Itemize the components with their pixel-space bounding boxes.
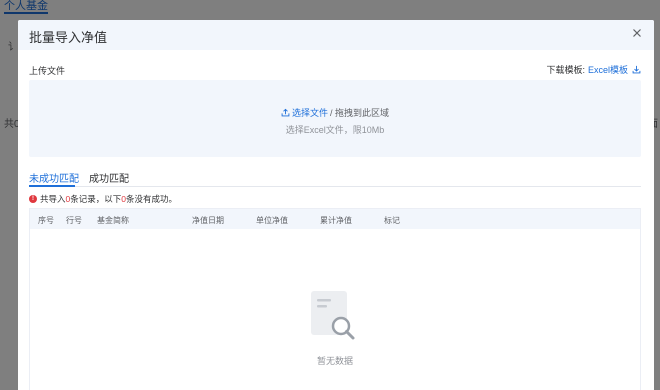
empty-state-text: 暂无数据: [316, 356, 353, 366]
dropzone-instruction: 选择文件 / 拖拽到此区域: [29, 106, 641, 119]
upload-dropzone[interactable]: 选择文件 / 拖拽到此区域 选择Excel文件，限10Mb: [29, 80, 641, 157]
column-header-unit-nav: 单位净值: [256, 216, 288, 225]
summary-text: 条记录，以下: [70, 194, 122, 204]
excel-template-link[interactable]: Excel模板: [588, 63, 628, 76]
import-nav-dialog: 批量导入净值 上传文件 下载模板: Excel模板 选择文件 / 拖拽到此区域 …: [18, 20, 654, 390]
close-icon[interactable]: [630, 26, 644, 40]
match-tabs: 未成功匹配 成功匹配: [29, 168, 641, 187]
drag-hint: / 拖拽到此区域: [330, 108, 390, 118]
summary-text: 共导入: [40, 194, 66, 204]
column-header-cumulative-nav: 累计净值: [320, 216, 352, 225]
file-limit-hint: 选择Excel文件，限10Mb: [285, 125, 385, 135]
import-summary: ! 共导入0条记录，以下0条没有成功。: [29, 193, 177, 205]
download-template: 下载模板: Excel模板: [546, 63, 641, 76]
dialog-title: 批量导入净值: [29, 30, 108, 45]
choose-file-link[interactable]: 选择文件: [292, 106, 328, 119]
dialog-header: 批量导入净值: [18, 20, 654, 50]
tab-unmatched[interactable]: 未成功匹配: [29, 170, 79, 185]
table-header: 序号 行号 基金简称 净值日期 单位净值 累计净值 标记: [30, 209, 640, 229]
active-tab-indicator: [29, 185, 75, 187]
column-header-row: 行号: [66, 216, 82, 225]
download-icon[interactable]: [632, 65, 641, 74]
template-prefix: 下载模板:: [546, 65, 585, 75]
column-header-fund-name: 基金简称: [97, 216, 129, 225]
tab-matched[interactable]: 成功匹配: [89, 170, 129, 185]
column-header-nav-date: 净值日期: [192, 216, 224, 225]
column-header-mark: 标记: [384, 216, 400, 225]
error-icon: !: [29, 195, 37, 203]
column-header-index: 序号: [38, 216, 54, 225]
upload-icon: [281, 108, 290, 117]
upload-file-label: 上传文件: [29, 66, 66, 76]
summary-text: 条没有成功。: [126, 194, 178, 204]
unmatched-table: 序号 行号 基金简称 净值日期 单位净值 累计净值 标记 暂无数据: [29, 208, 641, 390]
empty-data-icon: [311, 291, 355, 340]
